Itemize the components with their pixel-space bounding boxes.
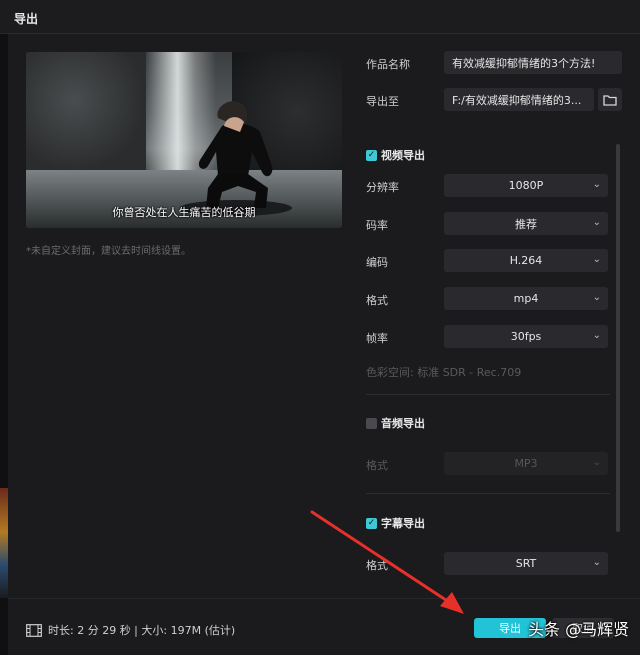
format-value: mp4 [513, 292, 539, 305]
codec-value: H.264 [509, 254, 543, 267]
checkbox-unchecked-icon [366, 417, 377, 429]
window-title: 导出 [14, 12, 39, 26]
subtitle-export-toggle[interactable]: ✓ 字幕导出 [366, 515, 425, 531]
bitrate-label: 码率 [366, 219, 388, 232]
cover-note: *未自定义封面，建议去时间线设置。 [26, 246, 191, 257]
checkbox-checked-icon: ✓ [366, 149, 377, 161]
codec-label: 编码 [366, 256, 388, 269]
folder-icon [603, 94, 617, 106]
subtitle-format-value: SRT [515, 557, 537, 570]
subtitle-format-label: 格式 [366, 559, 388, 572]
subtitle-format-select[interactable]: SRT ⌄ [444, 552, 608, 575]
subtitle-export-label: 字幕导出 [381, 517, 425, 530]
chevron-down-icon: ⌄ [592, 292, 601, 303]
audio-format-value: MP3 [514, 457, 538, 470]
export-to-label: 导出至 [366, 95, 399, 108]
section-divider [366, 394, 610, 395]
chevron-down-icon: ⌄ [592, 217, 601, 228]
format-label: 格式 [366, 294, 388, 307]
colorspace-text: 色彩空间: 标准 SDR - Rec.709 [366, 366, 522, 379]
video-export-toggle[interactable]: ✓ 视频导出 [366, 147, 425, 163]
format-select[interactable]: mp4 ⌄ [444, 287, 608, 310]
checkbox-checked-icon: ✓ [366, 517, 377, 529]
video-preview: 你曾否处在人生痛苦的低谷期 [26, 52, 342, 228]
chevron-down-icon: ⌄ [592, 254, 601, 265]
audio-export-toggle[interactable]: 音频导出 [366, 415, 425, 431]
background-timeline-strip [0, 488, 8, 598]
name-label: 作品名称 [366, 58, 410, 71]
resolution-label: 分辨率 [366, 181, 399, 194]
resolution-select[interactable]: 1080P ⌄ [444, 174, 608, 197]
duration-size-text: 时长: 2 分 29 秒 | 大小: 197M (估计) [48, 624, 236, 637]
framerate-label: 帧率 [366, 332, 388, 345]
framerate-value: 30fps [510, 330, 542, 343]
chevron-down-icon: ⌄ [592, 457, 601, 468]
bitrate-value: 推荐 [515, 217, 537, 231]
resolution-value: 1080P [508, 179, 544, 192]
chevron-down-icon: ⌄ [592, 330, 601, 341]
framerate-select[interactable]: 30fps ⌄ [444, 325, 608, 348]
codec-select[interactable]: H.264 ⌄ [444, 249, 608, 272]
browse-folder-button[interactable] [598, 88, 622, 111]
export-info: 时长: 2 分 29 秒 | 大小: 197M (估计) [26, 622, 235, 638]
person-figure [180, 101, 292, 216]
watermark: 头条 @马辉贤 [528, 620, 630, 639]
audio-format-select[interactable]: MP3 ⌄ [444, 452, 608, 475]
title-bar: 导出 [0, 0, 640, 34]
chevron-down-icon: ⌄ [592, 557, 601, 568]
video-export-label: 视频导出 [381, 149, 425, 162]
bitrate-select[interactable]: 推荐 ⌄ [444, 212, 608, 235]
audio-export-label: 音频导出 [381, 417, 425, 430]
settings-scrollbar[interactable] [616, 144, 620, 532]
section-divider [366, 493, 610, 494]
audio-format-label: 格式 [366, 459, 388, 472]
name-input[interactable]: 有效减缓抑郁情绪的3个方法! [444, 51, 622, 74]
preview-subtitle: 你曾否处在人生痛苦的低谷期 [112, 206, 256, 219]
film-icon [26, 623, 42, 637]
export-path-input[interactable]: F:/有效减缓抑郁情绪的3... [444, 88, 594, 111]
chevron-down-icon: ⌄ [592, 179, 601, 190]
